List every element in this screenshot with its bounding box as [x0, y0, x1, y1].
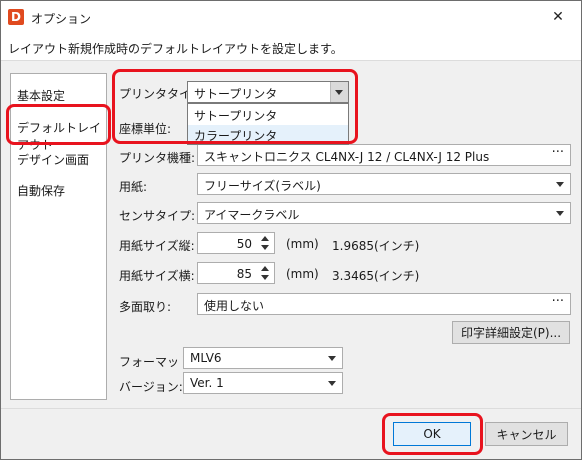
printer-model-label: プリンタ機種: [119, 151, 196, 165]
paper-height-value: 50 [236, 237, 252, 251]
window-title: オプション [31, 12, 92, 26]
dialog-description: レイアウト新規作成時のデフォルトレイアウトを設定します。 [1, 33, 581, 61]
title-bar: D オプション ✕ [1, 1, 581, 33]
multi-face-browse-icon[interactable]: ··· [552, 294, 564, 309]
paper-height-stepper[interactable]: 50 [197, 232, 275, 254]
chevron-down-icon [556, 182, 564, 187]
highlight-ok-button [382, 413, 483, 455]
format-value: MLV6 [190, 351, 222, 365]
close-button[interactable]: ✕ [535, 1, 581, 33]
nav-item-auto-save[interactable]: 自動保存 [17, 182, 65, 199]
chevron-down-icon [328, 356, 336, 361]
paper-value: フリーサイズ(ラベル) [204, 179, 321, 193]
paper-width-label: 用紙サイズ横: [119, 269, 195, 283]
paper-height-label: 用紙サイズ縦: [119, 239, 195, 253]
print-detail-settings-button[interactable]: 印字詳細設定(P)... [452, 321, 570, 344]
format-select[interactable]: MLV6 [183, 347, 343, 369]
multi-face-field[interactable]: 使用しない ··· [197, 293, 571, 315]
highlight-default-layout [6, 104, 111, 145]
chevron-down-icon [328, 381, 336, 386]
multi-face-value: 使用しない [204, 299, 265, 313]
paper-height-unit: (mm) [286, 237, 319, 251]
paper-width-unit: (mm) [286, 267, 319, 281]
app-icon: D [8, 9, 24, 25]
spin-arrows-icon[interactable] [259, 264, 271, 282]
printer-model-value: スキャントロニクス CL4NX-J 12 / CL4NX-J 12 Plus [204, 150, 490, 164]
paper-label: 用紙: [119, 180, 148, 194]
sensor-type-label: センサタイプ: [119, 209, 196, 223]
chevron-down-icon [556, 211, 564, 216]
printer-model-browse-icon[interactable]: ··· [552, 145, 564, 160]
highlight-printer-type [112, 69, 358, 144]
sensor-type-value: アイマークラベル [204, 208, 300, 222]
version-select[interactable]: Ver. 1 [183, 372, 343, 394]
sensor-type-select[interactable]: アイマークラベル [197, 202, 571, 224]
paper-select[interactable]: フリーサイズ(ラベル) [197, 173, 571, 195]
nav-item-design-screen[interactable]: デザイン画面 [17, 151, 89, 168]
printer-model-field[interactable]: スキャントロニクス CL4NX-J 12 / CL4NX-J 12 Plus ·… [197, 144, 571, 166]
spin-arrows-icon[interactable] [259, 234, 271, 252]
cancel-button[interactable]: キャンセル [485, 422, 568, 446]
paper-width-inch: 3.3465(インチ) [332, 269, 420, 283]
version-label: バージョン: [119, 380, 183, 394]
close-icon: ✕ [552, 9, 564, 25]
nav-item-basic-settings[interactable]: 基本設定 [17, 87, 65, 104]
version-value: Ver. 1 [190, 376, 224, 390]
options-dialog: D オプション ✕ レイアウト新規作成時のデフォルトレイアウトを設定します。 基… [0, 0, 582, 460]
paper-width-stepper[interactable]: 85 [197, 262, 275, 284]
paper-height-inch: 1.9685(インチ) [332, 239, 420, 253]
paper-width-value: 85 [236, 267, 252, 281]
multi-face-label: 多面取り: [119, 300, 172, 314]
